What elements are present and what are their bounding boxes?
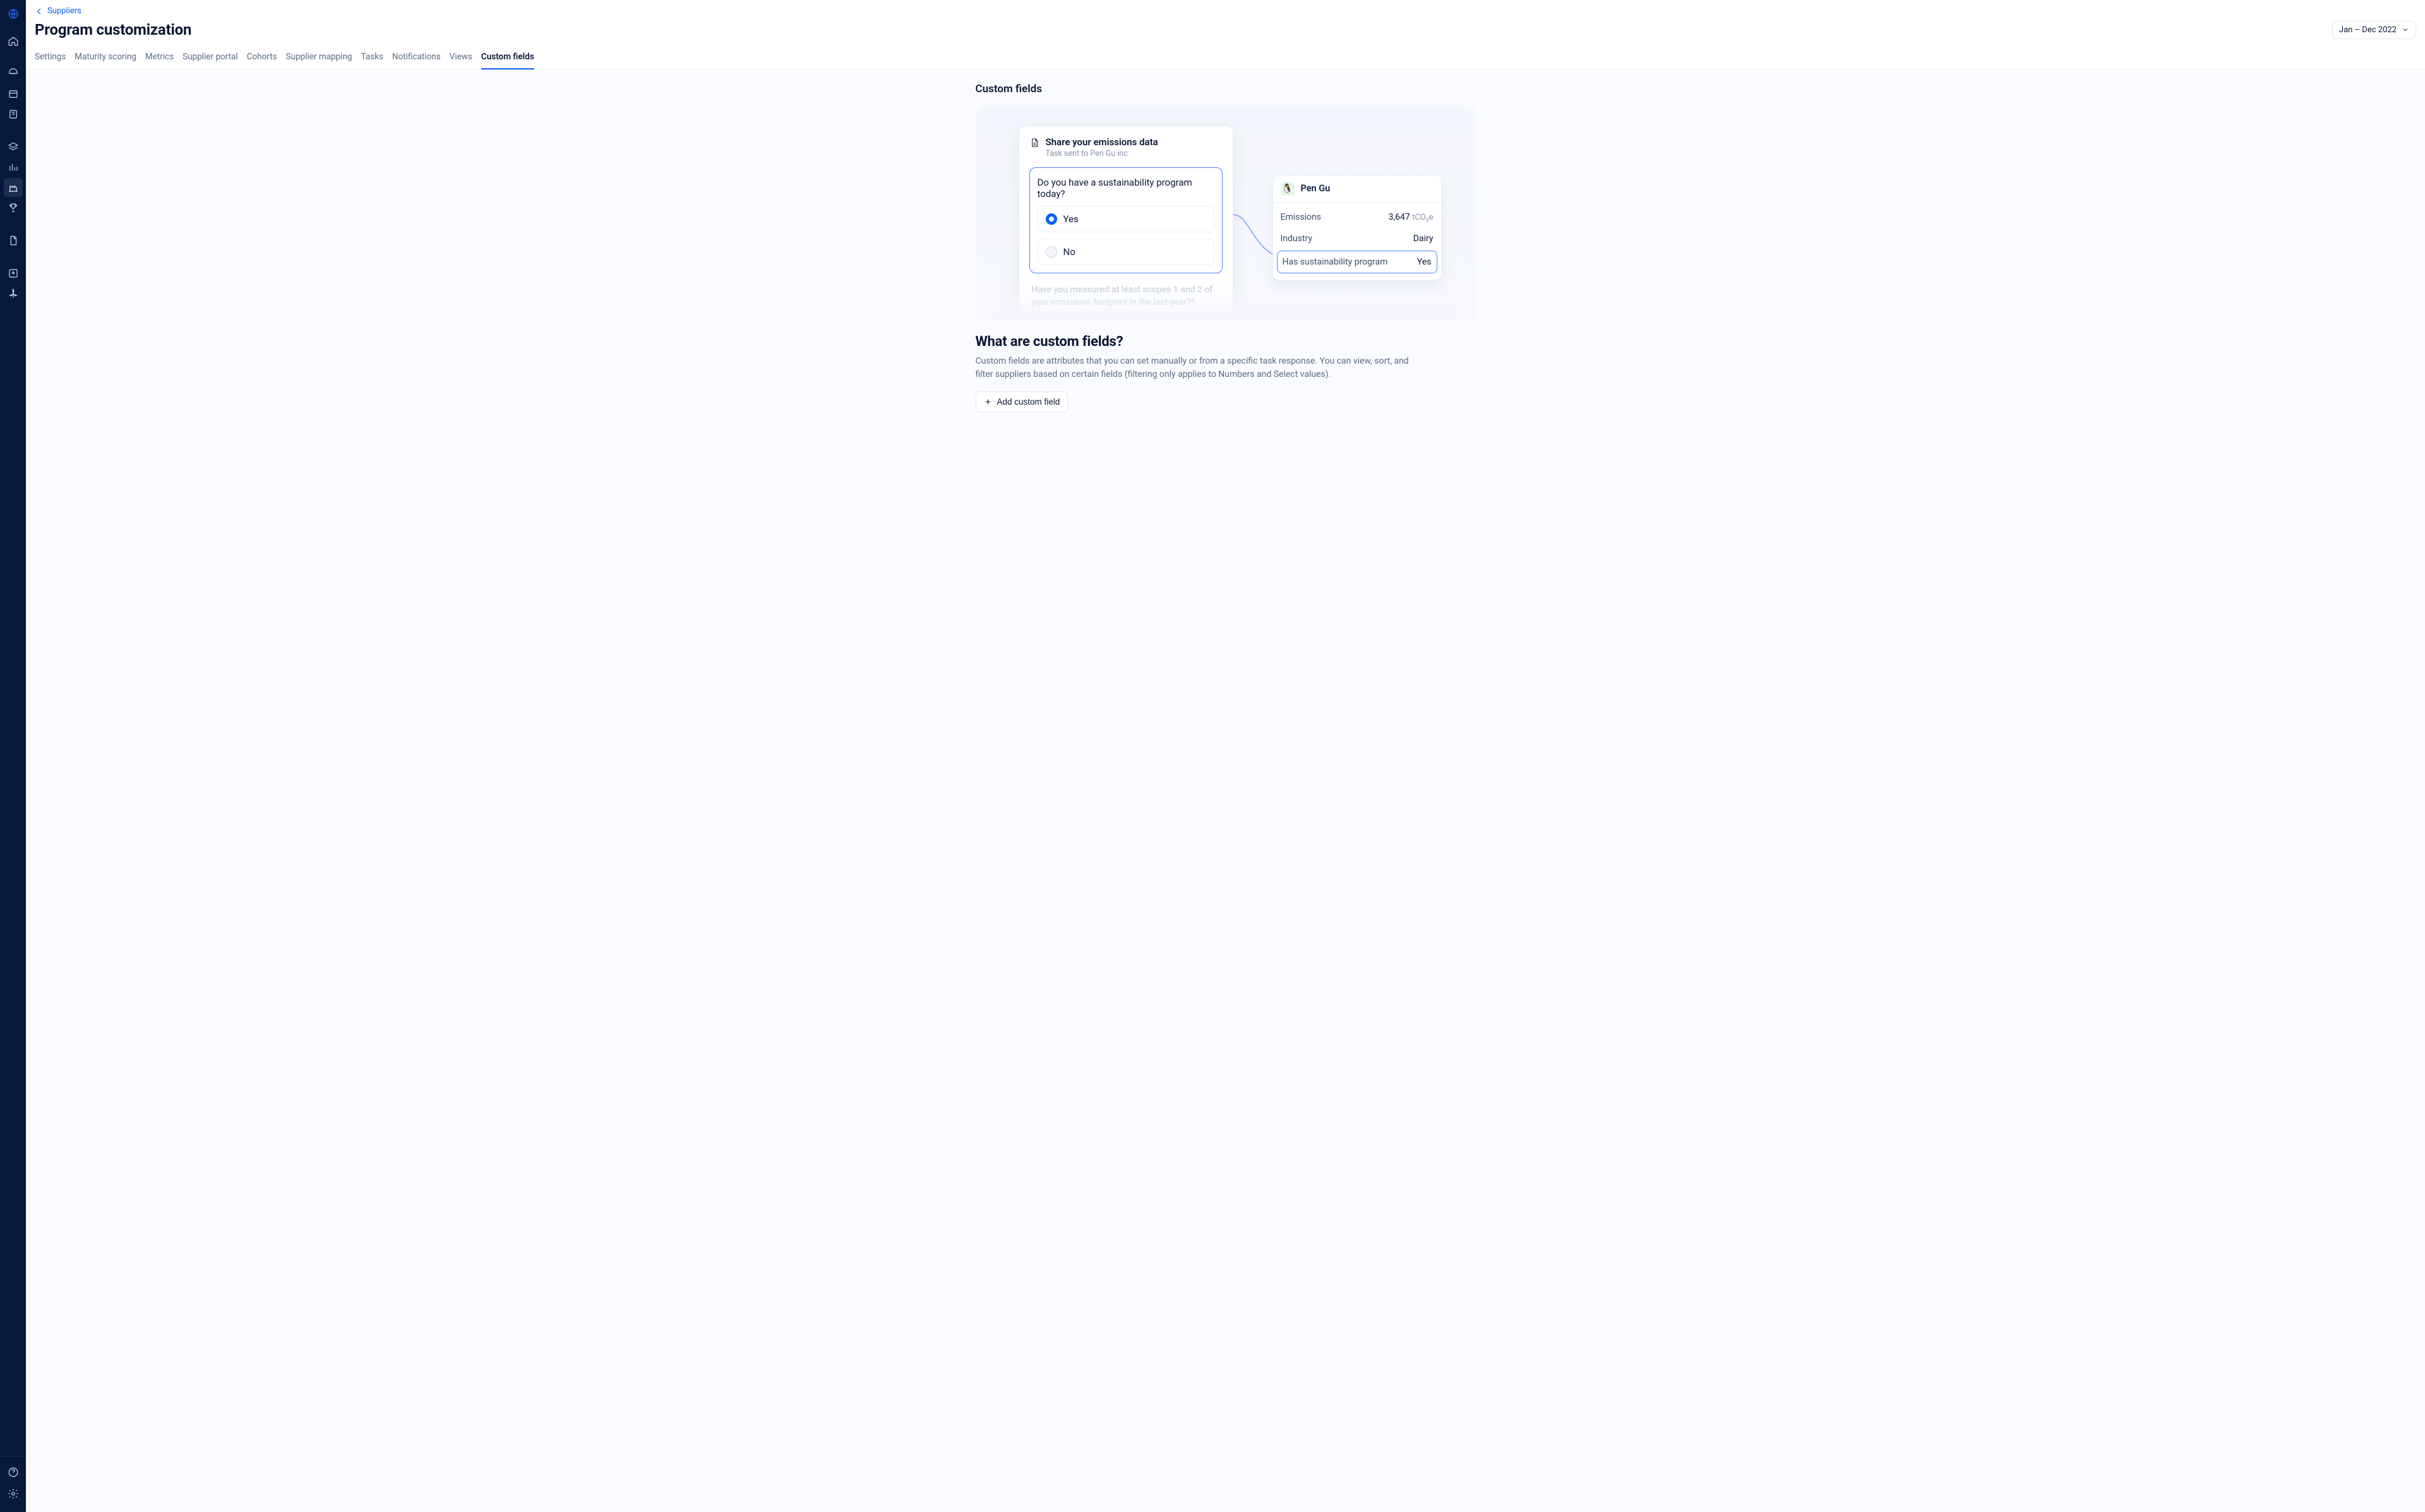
supplier-name: Pen Gu [1301,183,1331,194]
plus-icon [984,398,992,406]
nav-layers-icon[interactable] [4,138,23,157]
tab-tasks[interactable]: Tasks [361,47,383,69]
supplier-row-emissions: Emissions 3,647 tCO₂e [1281,206,1434,228]
supplier-row-program: Has sustainability program Yes [1277,251,1437,273]
tab-metrics[interactable]: Metrics [145,47,174,69]
nav-data-icon[interactable] [4,85,23,104]
nav-ledger-icon[interactable] [4,105,23,124]
task-faded-question: Have you measured at least scopes 1 and … [1029,283,1223,309]
nav-home-icon[interactable] [4,32,23,51]
nav-trophy-icon[interactable] [4,198,23,217]
app-logo [6,6,21,21]
tab-custom-fields[interactable]: Custom fields [481,47,534,69]
page-title: Program customization [35,21,191,39]
nav-document-icon[interactable] [4,231,23,250]
nav-help-icon[interactable] [4,1463,23,1482]
task-option-yes: Yes [1038,206,1214,232]
radio-faded-icon [1029,318,1041,321]
tab-supplier-portal[interactable]: Supplier portal [183,47,238,69]
tab-settings[interactable]: Settings [35,47,66,69]
nav-factory-icon[interactable] [4,178,23,197]
chevron-down-icon [2402,26,2409,33]
supplier-avatar: 🐧 [1281,182,1295,196]
custom-fields-illustration: Share your emissions data Task sent to P… [976,107,1476,321]
explain-body: Custom fields are attributes that you ca… [976,355,1418,381]
radio-unchecked-icon [1046,246,1057,258]
add-custom-field-button[interactable]: Add custom field [976,391,1069,412]
task-option-no: No [1038,239,1214,265]
nav-import-icon[interactable] [4,264,23,283]
tab-notifications[interactable]: Notifications [392,47,441,69]
nav-settings-icon[interactable] [4,1484,23,1503]
file-icon [1029,138,1039,148]
tab-cohorts[interactable]: Cohorts [247,47,277,69]
task-faded-option: Yes [1029,318,1223,321]
add-custom-field-label: Add custom field [997,397,1060,407]
breadcrumb-label: Suppliers [47,6,81,16]
period-label: Jan – Dec 2022 [2339,25,2397,35]
nav-globe-icon[interactable] [4,64,23,83]
explain-heading: What are custom fields? [976,334,1476,350]
nav-wind-icon[interactable] [4,284,23,303]
task-title: Share your emissions data [1046,136,1158,148]
arrow-left-icon [35,7,44,16]
section-title: Custom fields [976,83,1476,95]
tab-maturity-scoring[interactable]: Maturity scoring [75,47,136,69]
task-question: Do you have a sustainability program tod… [1038,177,1214,199]
tab-views[interactable]: Views [450,47,472,69]
illustration-task-card: Share your emissions data Task sent to P… [1019,126,1233,321]
period-selector[interactable]: Jan – Dec 2022 [2332,21,2416,39]
task-question-box: Do you have a sustainability program tod… [1029,167,1223,273]
supplier-row-industry: Industry Dairy [1281,228,1434,249]
illustration-supplier-card: 🐧 Pen Gu Emissions 3,647 tCO₂e [1272,175,1442,280]
nav-barchart-icon[interactable] [4,158,23,177]
tab-strip: Settings Maturity scoring Metrics Supplier … [26,47,2425,69]
left-nav-rail [0,0,26,1512]
radio-checked-icon [1046,213,1057,225]
task-subtitle: Task sent to Pen Gu inc [1046,149,1158,158]
breadcrumb-back[interactable]: Suppliers [35,6,81,16]
tab-supplier-mapping[interactable]: Supplier mapping [286,47,352,69]
